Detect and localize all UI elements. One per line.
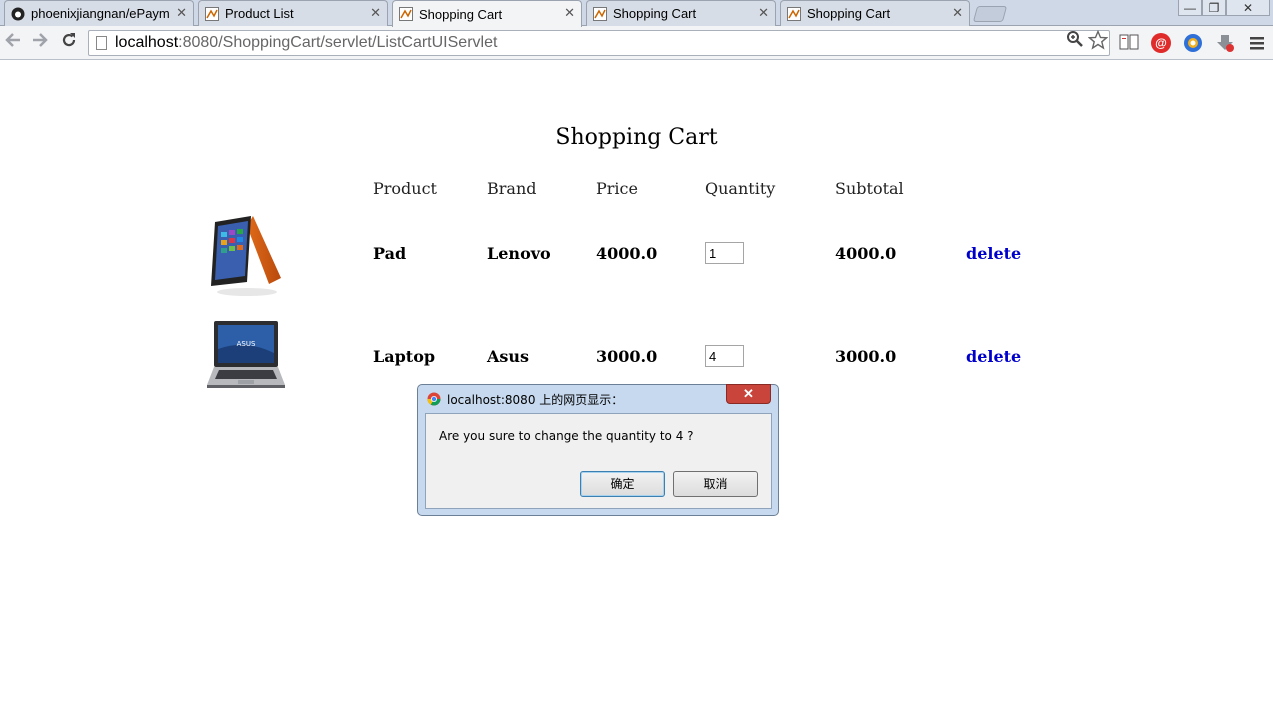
tab-close-icon[interactable]: ✕ [370,5,381,21]
row2-price: 3000.0 [596,347,658,366]
tab-close-icon[interactable]: ✕ [176,5,187,21]
row1-price: 4000.0 [596,244,658,263]
header-subtotal: Subtotal [835,179,904,198]
tab-title: Shopping Cart [613,6,697,21]
row1-quantity-input[interactable] [705,242,744,264]
url-path: :8080/ShoppingCart/servlet/ListCartUISer… [178,34,498,51]
dialog-body: Are you sure to change the quantity to 4… [425,413,772,509]
row1-delete-link[interactable]: delete [966,244,1021,263]
page-favicon-icon [593,6,607,21]
browser-toolbar: localhost:8080/ShoppingCart/servlet/List… [0,26,1273,60]
row2-brand: Asus [487,347,530,366]
restore-button[interactable]: ❐ [1202,0,1226,16]
reload-button[interactable] [57,31,81,55]
tab-shopping-cart-3[interactable]: Shopping Cart ✕ [780,0,970,26]
browser-window: phoenixjiangnan/ePaym ✕ Product List ✕ S… [0,0,1273,722]
page-icon [96,36,107,50]
header-price: Price [596,179,638,198]
forward-arrow-icon [33,33,48,47]
row1-subtotal: 4000.0 [835,244,897,263]
dialog-message: Are you sure to change the quantity to 4… [439,429,694,443]
confirm-dialog: localhost:8080 上的网页显示： ✕ Are you sure to… [417,384,779,516]
row2-product: Laptop [373,347,436,366]
page-favicon-icon [205,6,219,21]
row1-product: Pad [373,244,407,263]
tab-strip: phoenixjiangnan/ePaym ✕ Product List ✕ S… [0,0,1273,27]
reload-icon [62,33,76,47]
row2-delete-link[interactable]: delete [966,347,1021,366]
back-button[interactable] [1,31,25,55]
tab-close-icon[interactable]: ✕ [758,5,769,21]
translate-extension-icon[interactable] [1182,32,1204,54]
ok-button[interactable]: 确定 [580,471,665,497]
bookmark-star-icon[interactable] [1088,30,1108,50]
zoom-icon[interactable] [1066,30,1084,48]
page-title: Shopping Cart [555,125,718,150]
forward-button[interactable] [28,31,52,55]
header-quantity: Quantity [705,179,776,198]
lenovo-yoga-laptop-image [211,216,281,296]
tab-title: Product List [225,6,294,21]
cancel-button[interactable]: 取消 [673,471,758,497]
minimize-button[interactable]: — [1178,0,1202,16]
dialog-close-button[interactable]: ✕ [726,384,771,404]
tab-shopping-cart-active[interactable]: Shopping Cart ✕ [392,0,582,27]
menu-hamburger-icon[interactable] [1249,35,1265,51]
svg-text:ASUS: ASUS [237,340,256,348]
row2-subtotal: 3000.0 [835,347,897,366]
chrome-icon [427,392,441,406]
row1-brand: Lenovo [487,244,551,263]
tab-close-icon[interactable]: ✕ [952,5,963,21]
dialog-title: localhost:8080 上的网页显示： [447,393,624,407]
tab-github[interactable]: phoenixjiangnan/ePaym ✕ [4,0,194,26]
tab-product-list[interactable]: Product List ✕ [198,0,388,26]
tab-close-icon[interactable]: ✕ [564,5,575,21]
page-favicon-icon [787,6,801,21]
at-sign-extension-icon[interactable]: @ [1151,33,1171,53]
new-tab-button[interactable] [972,6,1008,22]
row2-quantity-input[interactable] [705,345,744,367]
asus-laptop-image: ASUS [207,321,285,388]
tab-title: phoenixjiangnan/ePaym [31,6,169,21]
download-extension-icon[interactable] [1214,32,1236,54]
tab-title: Shopping Cart [419,6,503,22]
back-arrow-icon [5,33,20,47]
page-favicon-icon [399,7,413,21]
window-close-button[interactable]: ✕ [1226,0,1270,16]
reader-book-icon[interactable] [1119,33,1139,51]
tab-shopping-cart-2[interactable]: Shopping Cart ✕ [586,0,776,26]
tab-title: Shopping Cart [807,6,891,21]
header-brand: Brand [487,179,537,198]
address-bar[interactable]: localhost:8080/ShoppingCart/servlet/List… [88,30,1110,56]
url-host: localhost [115,34,179,51]
header-product: Product [373,179,437,198]
github-icon [11,7,25,20]
